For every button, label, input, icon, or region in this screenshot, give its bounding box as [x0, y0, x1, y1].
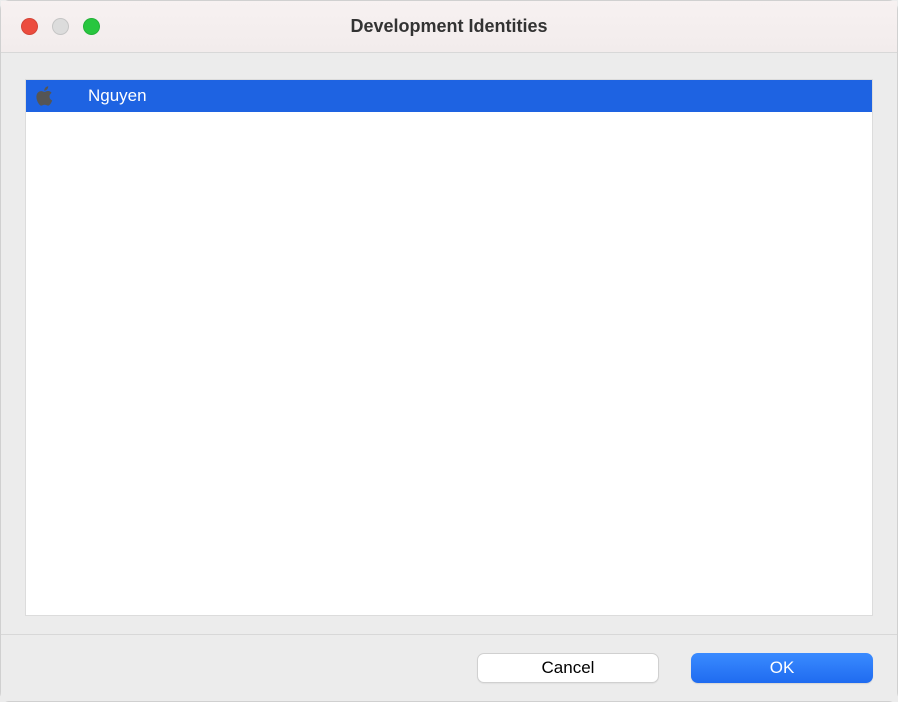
titlebar: Development Identities	[1, 1, 897, 53]
list-item[interactable]: Nguyen	[26, 80, 872, 112]
list-item-label: Nguyen	[66, 86, 147, 106]
dialog-window: Development Identities Nguyen Cancel OK	[0, 0, 898, 702]
dialog-footer: Cancel OK	[1, 634, 897, 701]
window-close-button[interactable]	[21, 18, 38, 35]
ok-button[interactable]: OK	[691, 653, 873, 683]
window-minimize-button[interactable]	[52, 18, 69, 35]
window-zoom-button[interactable]	[83, 18, 100, 35]
identities-list[interactable]: Nguyen	[25, 79, 873, 616]
cancel-button[interactable]: Cancel	[477, 653, 659, 683]
window-title: Development Identities	[350, 16, 547, 37]
apple-icon	[34, 85, 56, 107]
content-area: Nguyen	[1, 53, 897, 634]
traffic-lights	[21, 18, 100, 35]
